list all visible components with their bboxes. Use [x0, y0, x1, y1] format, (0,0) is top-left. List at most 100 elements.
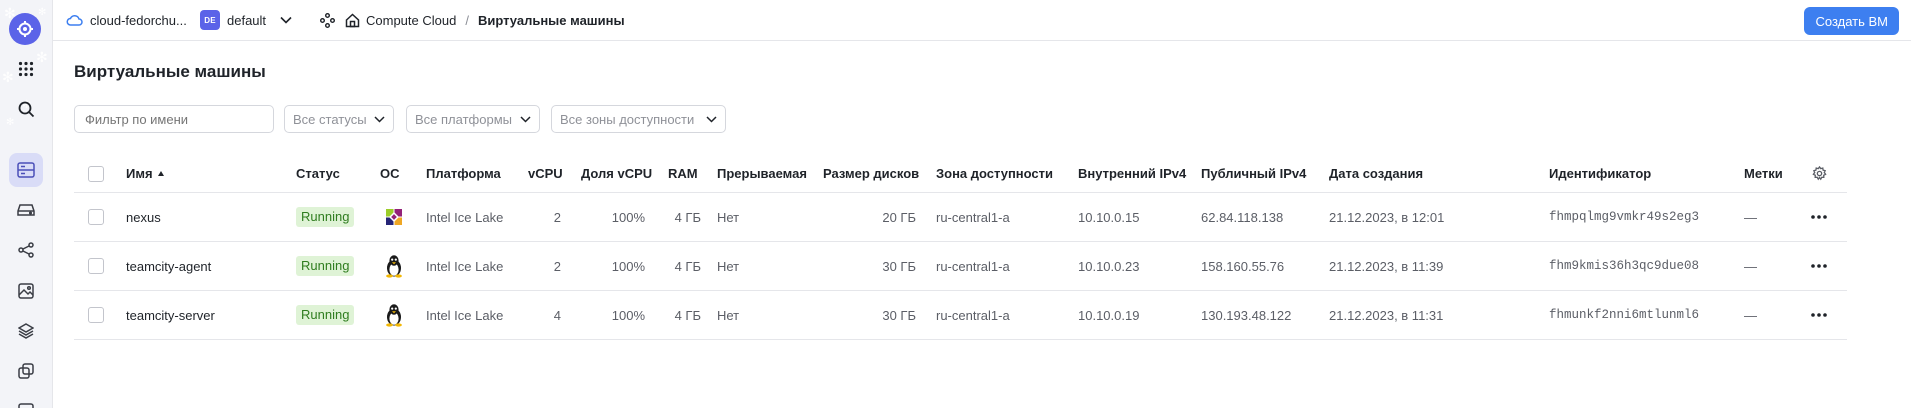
status-badge-label: Running: [296, 305, 355, 325]
compute-list-icon[interactable]: [9, 153, 43, 187]
column-header-name[interactable]: Имя: [126, 155, 164, 192]
column-header-vcpu-share[interactable]: Доля vCPU: [581, 155, 652, 192]
vm-name[interactable]: nexus: [126, 193, 161, 241]
column-header-labels[interactable]: Метки: [1744, 155, 1783, 192]
column-header-zone[interactable]: Зона доступности: [936, 155, 1053, 192]
vm-vcpu-share: 100%: [611, 307, 645, 323]
column-header-status[interactable]: Статус: [296, 155, 340, 192]
folder-name: default: [227, 12, 267, 28]
search-icon[interactable]: [9, 92, 43, 126]
linux-tux-icon: [384, 291, 404, 339]
disk-icon[interactable]: [9, 193, 43, 227]
vm-vcpu: 2: [553, 258, 561, 274]
breadcrumb-current-page: Виртуальные машины: [477, 12, 625, 28]
vm-internal-ip: 10.10.0.23: [1078, 258, 1140, 274]
column-header-platform[interactable]: Платформа: [426, 155, 501, 192]
status-badge-label: Running: [296, 207, 355, 227]
vm-preemptible: Нет: [717, 258, 740, 274]
status-badge: Running: [296, 291, 355, 339]
chevron-down-icon: [520, 115, 531, 123]
chevron-down-icon[interactable]: [280, 16, 292, 24]
vm-disk-size: 20 ГБ: [882, 209, 916, 225]
vm-created: 21.12.2023, в 11:31: [1329, 307, 1444, 323]
settings-gear-icon[interactable]: [1812, 155, 1827, 192]
column-header-internal-ip[interactable]: Внутренний IPv4: [1078, 155, 1186, 192]
vm-id: fhmunkf2nni6mtlunml6: [1549, 308, 1700, 322]
image-icon[interactable]: [9, 274, 43, 308]
services-icon[interactable]: [320, 12, 335, 28]
vm-public-ip: 130.193.48.122: [1201, 307, 1292, 323]
centos-icon: [384, 193, 404, 241]
platform-filter-select[interactable]: Все платформы: [406, 105, 540, 133]
vm-vcpu: 4: [553, 307, 561, 323]
column-header-name-label: Имя: [126, 166, 153, 181]
more-horizontal-icon[interactable]: [1810, 242, 1828, 290]
vm-zone: ru-central1-a: [936, 258, 1010, 274]
apps-grid-icon[interactable]: [9, 52, 43, 86]
sort-ascending-icon: [157, 171, 164, 176]
column-header-ram[interactable]: RAM: [668, 155, 698, 192]
row-checkbox[interactable]: [88, 193, 104, 241]
vm-internal-ip: 10.10.0.15: [1078, 209, 1140, 225]
zone-filter-select[interactable]: Все зоны доступности: [551, 105, 726, 133]
vm-public-ip: 158.160.55.76: [1201, 258, 1285, 274]
cloud-name: cloud-fedorchu...: [90, 12, 187, 28]
table-row[interactable]: teamcity-server Running Intel Ice Lake 4…: [74, 291, 1847, 340]
vm-created: 21.12.2023, в 12:01: [1329, 209, 1445, 225]
copy-icon[interactable]: [9, 354, 43, 388]
name-filter-input[interactable]: [74, 105, 274, 133]
column-header-disk-size[interactable]: Размер дисков: [823, 155, 919, 192]
zone-filter-value: Все зоны доступности: [560, 111, 695, 127]
column-header-preemptible[interactable]: Прерываемая: [717, 155, 807, 192]
breadcrumb-separator: /: [465, 12, 469, 28]
vm-ram: 4 ГБ: [674, 258, 701, 274]
chevron-down-icon: [374, 115, 385, 123]
select-all-checkbox[interactable]: [88, 155, 104, 192]
vm-platform: Intel Ice Lake: [426, 209, 504, 225]
vm-vcpu: 2: [553, 209, 561, 225]
table-header-row: Имя Статус ОС Платформа vCPU Доля vCPU R…: [74, 155, 1847, 193]
table-row[interactable]: teamcity-agent Running Intel Ice Lake 2 …: [74, 242, 1847, 291]
column-header-created[interactable]: Дата создания: [1329, 155, 1423, 192]
more-services-icon[interactable]: [9, 394, 43, 408]
vm-name[interactable]: teamcity-server: [126, 291, 215, 339]
vm-disk-size: 30 ГБ: [882, 258, 916, 274]
more-horizontal-icon[interactable]: [1810, 291, 1828, 339]
vm-id: fhm9kmis36h3qc9due08: [1549, 259, 1700, 273]
status-filter-select[interactable]: Все статусы: [284, 105, 394, 133]
row-checkbox[interactable]: [88, 291, 104, 339]
vm-created: 21.12.2023, в 11:39: [1329, 258, 1444, 274]
vm-public-ip: 62.84.118.138: [1201, 209, 1284, 225]
home-icon[interactable]: [345, 12, 360, 28]
folder-selector[interactable]: DE default: [200, 10, 292, 30]
vm-ram: 4 ГБ: [674, 307, 701, 323]
vm-vcpu-share: 100%: [611, 258, 645, 274]
more-horizontal-icon[interactable]: [1810, 193, 1828, 241]
table-row[interactable]: nexus Running Intel Ice Lake 2 100% 4 ГБ…: [74, 193, 1847, 242]
vm-platform: Intel Ice Lake: [426, 307, 504, 323]
vm-disk-size: 30 ГБ: [882, 307, 916, 323]
layers-icon[interactable]: [9, 314, 43, 348]
vm-labels: —: [1744, 258, 1757, 274]
vm-name[interactable]: teamcity-agent: [126, 242, 211, 290]
cloud-selector[interactable]: cloud-fedorchu...: [66, 13, 187, 28]
breadcrumb-service-link[interactable]: Compute Cloud: [366, 13, 456, 28]
chevron-down-icon: [706, 115, 717, 123]
column-header-vcpu[interactable]: vCPU: [528, 155, 563, 192]
network-icon[interactable]: [9, 233, 43, 267]
create-vm-button[interactable]: Создать ВМ: [1804, 7, 1899, 35]
vm-id: fhmpqlmg9vmkr49s2eg3: [1549, 210, 1700, 224]
yandex-cloud-logo-icon[interactable]: [9, 13, 41, 45]
breadcrumb: Compute Cloud / Виртуальные машины: [366, 13, 625, 28]
side-rail: ✻ ✻ ✻ ✻ ✻ ✻: [0, 0, 53, 408]
column-header-public-ip[interactable]: Публичный IPv4: [1201, 155, 1306, 192]
column-header-id[interactable]: Идентификатор: [1549, 155, 1651, 192]
vm-labels: —: [1744, 307, 1757, 323]
vm-platform: Intel Ice Lake: [426, 258, 504, 274]
cloud-icon: [66, 14, 83, 26]
vm-zone: ru-central1-a: [936, 307, 1010, 323]
column-header-os[interactable]: ОС: [380, 155, 400, 192]
platform-filter-value: Все платформы: [415, 111, 512, 127]
vm-internal-ip: 10.10.0.19: [1078, 307, 1140, 323]
row-checkbox[interactable]: [88, 242, 104, 290]
